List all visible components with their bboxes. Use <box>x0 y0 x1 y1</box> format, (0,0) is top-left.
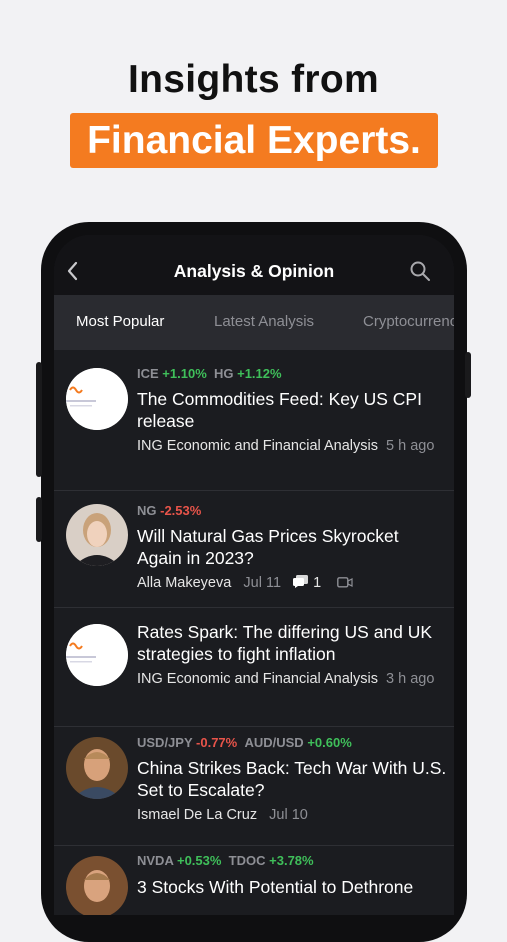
promo-headline: Insights from <box>128 58 379 101</box>
author-photo-icon <box>66 504 128 566</box>
page-title: Analysis & Opinion <box>173 261 335 281</box>
ing-logo-icon <box>66 624 128 686</box>
article-time: 3 h ago <box>386 671 435 687</box>
article-item[interactable]: NG -2.53% Will Natural Gas Prices Skyroc… <box>54 491 454 608</box>
article-item[interactable]: NVDA +0.53% TDOC +3.78% 3 Stocks With Po… <box>54 846 454 915</box>
article-meta: ING Economic and Financial Analysis 5 h … <box>137 437 437 456</box>
video-icon <box>337 577 353 588</box>
ticker-change: -0.77% <box>196 735 238 750</box>
ticker-symbol[interactable]: HG <box>214 366 234 381</box>
author-avatar <box>66 737 128 799</box>
comment-count: 1 <box>313 575 322 591</box>
article-title[interactable]: 3 Stocks With Potential to Dethrone <box>137 876 447 898</box>
article-title[interactable]: The Commodities Feed: Key US CPI release <box>137 388 447 432</box>
phone-side-button <box>465 352 471 398</box>
author-photo-icon <box>66 856 128 915</box>
article-item[interactable]: Rates Spark: The differing US and UK str… <box>54 608 454 727</box>
promo-highlight: Financial Experts. <box>70 113 438 168</box>
author-name[interactable]: Alla Makeyeva <box>137 575 231 591</box>
ticker-row: ICE +1.10% HG +1.12% <box>137 366 282 381</box>
ticker-change: +1.12% <box>237 366 282 381</box>
app-screen: Analysis & Opinion Most Popular Latest A… <box>54 235 454 915</box>
ticker-symbol[interactable]: USD/JPY <box>137 735 192 750</box>
article-time: 5 h ago <box>386 438 435 454</box>
author-name[interactable]: ING Economic and Financial Analysis <box>137 438 378 454</box>
author-photo-icon <box>66 737 128 799</box>
author-avatar <box>66 856 128 915</box>
top-bar: Analysis & Opinion <box>54 235 454 295</box>
tab-most-popular[interactable]: Most Popular <box>76 313 164 330</box>
ticker-symbol[interactable]: TDOC <box>229 853 266 868</box>
search-icon[interactable] <box>409 260 431 282</box>
article-title[interactable]: Will Natural Gas Prices Skyrocket Again … <box>137 525 447 569</box>
author-avatar <box>66 624 128 686</box>
ticker-change: +0.53% <box>176 853 222 868</box>
ticker-row: NG -2.53% <box>137 503 201 518</box>
ticker-row: NVDA +0.53% TDOC +3.78% <box>137 853 314 868</box>
ticker-change: -2.53% <box>160 503 202 518</box>
author-avatar <box>66 504 128 566</box>
article-meta: ING Economic and Financial Analysis 3 h … <box>137 670 437 689</box>
ticker-change: +1.10% <box>162 366 207 381</box>
ticker-symbol[interactable]: NG <box>137 503 157 518</box>
ticker-change: +3.78% <box>269 853 314 868</box>
tab-cryptocurrency[interactable]: Cryptocurrency <box>363 313 454 330</box>
ing-logo-icon <box>66 368 128 430</box>
article-title[interactable]: Rates Spark: The differing US and UK str… <box>137 621 447 665</box>
article-meta: Alla Makeyeva Jul 11 1 <box>137 574 437 593</box>
ticker-symbol[interactable]: AUD/USD <box>244 735 303 750</box>
article-title[interactable]: China Strikes Back: Tech War With U.S. S… <box>137 757 447 801</box>
tab-latest-analysis[interactable]: Latest Analysis <box>214 313 314 330</box>
ticker-row: USD/JPY -0.77% AUD/USD +0.60% <box>137 735 352 750</box>
comment-icon <box>293 575 309 588</box>
author-name[interactable]: ING Economic and Financial Analysis <box>137 671 378 687</box>
tab-bar: Most Popular Latest Analysis Cryptocurre… <box>54 295 454 350</box>
article-item[interactable]: USD/JPY -0.77% AUD/USD +0.60% China Stri… <box>54 727 454 846</box>
author-avatar <box>66 368 128 430</box>
phone-side-button <box>36 362 42 477</box>
article-time: Jul 11 <box>243 575 282 591</box>
ticker-symbol[interactable]: ICE <box>137 366 159 381</box>
ticker-change: +0.60% <box>307 735 352 750</box>
article-meta: Ismael De La Cruz Jul 10 <box>137 806 437 825</box>
article-time: Jul 10 <box>269 807 308 823</box>
author-name[interactable]: Ismael De La Cruz <box>137 807 257 823</box>
phone-side-button <box>36 497 42 542</box>
ticker-symbol[interactable]: NVDA <box>137 853 173 868</box>
article-item[interactable]: ICE +1.10% HG +1.12% The Commodities Fee… <box>54 350 454 491</box>
